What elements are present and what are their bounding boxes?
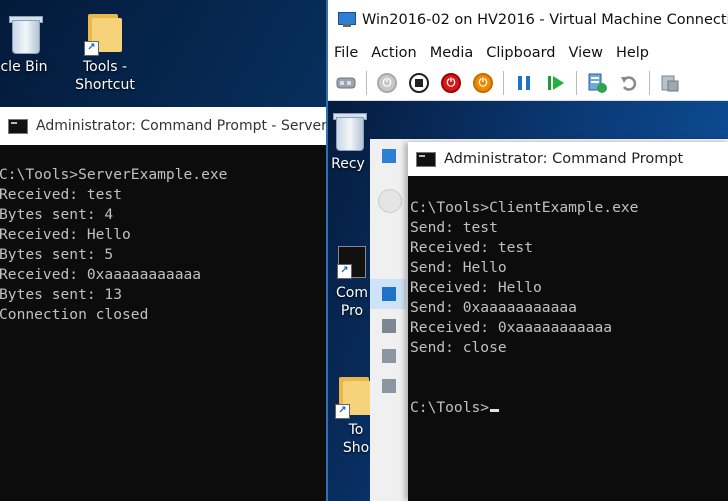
enhanced-session-icon[interactable] (658, 71, 682, 95)
console-line: Send: test (410, 219, 498, 236)
menu-help[interactable]: Help (616, 45, 649, 61)
desktop-icon-recycle-bin[interactable]: cle Bin (0, 14, 54, 76)
console-line: Send: Hello (410, 259, 507, 276)
guest-icon-recycle-bin[interactable]: Recy (328, 111, 368, 173)
document-icon (382, 319, 396, 333)
reset-icon[interactable] (544, 71, 568, 95)
desktop-icon-label: Tools - (83, 59, 127, 75)
console-prompt-line: C:\Tools> (410, 398, 728, 418)
checkpoint-icon[interactable] (585, 71, 609, 95)
recycle-bin-icon (9, 14, 43, 54)
drive-icon (382, 349, 396, 363)
command-prompt-shortcut-icon: ↗ (337, 246, 366, 279)
guest-icon-label: Com (336, 285, 368, 301)
menu-clipboard[interactable]: Clipboard (486, 45, 555, 61)
console-line: C:\Tools>ClientExample.exe (410, 199, 639, 216)
console-line: Received: Hello (0, 226, 131, 243)
toolbar-separator (503, 71, 504, 95)
vm-connection-icon (338, 12, 356, 28)
console-line: Send: close (410, 339, 507, 356)
console-line: Received: 0xaaaaaaaaaaa (0, 266, 202, 283)
console-line: Bytes sent: 13 (0, 286, 123, 303)
console-output[interactable]: C:\Tools>ClientExample.exe Send: test Rece… (408, 176, 728, 418)
menu-view[interactable]: View (569, 45, 603, 61)
console-line: Send: 0xaaaaaaaaaaa (410, 299, 577, 316)
window-title: Administrator: Command Prompt (444, 151, 684, 167)
recycle-bin-icon (333, 111, 367, 151)
vm-title-bar[interactable]: Win2016-02 on HV2016 - Virtual Machine C… (328, 0, 728, 40)
console-line: Received: test (410, 239, 534, 256)
explorer-nav-pane (370, 139, 406, 501)
guest-icon-command-prompt[interactable]: ↗ Com Pro (332, 246, 372, 320)
console-line: C:\Tools>ServerExample.exe (0, 166, 228, 183)
toolbar-separator (649, 71, 650, 95)
menu-media[interactable]: Media (430, 45, 474, 61)
vm-toolbar: ⏻ ⏻ ⏻ (328, 66, 728, 101)
client-command-prompt-window[interactable]: Administrator: Command Prompt C:\Tools>C… (408, 142, 728, 501)
folder-shortcut-icon: ↗ (335, 377, 373, 419)
quick-access-icon (382, 287, 396, 301)
console-line: Connection closed (0, 306, 149, 323)
toolbar-separator (366, 71, 367, 95)
ctrl-alt-del-icon[interactable] (334, 71, 358, 95)
console-line: Received: test (0, 186, 123, 203)
menu-action[interactable]: Action (371, 45, 416, 61)
command-prompt-icon (8, 118, 28, 134)
command-prompt-icon (416, 151, 436, 167)
window-title: Administrator: Command Prompt - ServerEx… (36, 118, 326, 134)
toolbar-separator (576, 71, 577, 95)
console-line: Received: Hello (410, 279, 542, 296)
console-line: Bytes sent: 5 (0, 246, 114, 263)
desktop-icon-label: cle Bin (0, 59, 48, 75)
start-icon[interactable]: ⏻ (375, 71, 399, 95)
revert-icon[interactable] (617, 71, 641, 95)
guest-icon-label: Recy (331, 156, 365, 172)
console-line: Received: 0xaaaaaaaaaaa (410, 319, 613, 336)
shutdown-icon[interactable]: ⏻ (439, 71, 463, 95)
guest-desktop[interactable]: Recy ↗ Com Pro ↗ To Sho Administrator: C… (328, 101, 728, 501)
desktop-icon-tools-shortcut[interactable]: ↗ Tools - Shortcut (72, 14, 138, 94)
window-title-bar[interactable]: Administrator: Command Prompt - ServerEx… (0, 107, 326, 145)
explorer-app-icon (382, 149, 396, 163)
vm-window-title: Win2016-02 on HV2016 - Virtual Machine C… (362, 12, 728, 28)
back-arrow-icon[interactable] (378, 189, 402, 213)
guest-icon-label-line2: Pro (340, 303, 364, 319)
turn-off-icon[interactable] (407, 71, 431, 95)
window-title-bar[interactable]: Administrator: Command Prompt (408, 142, 728, 176)
server-command-prompt-window[interactable]: Administrator: Command Prompt - ServerEx… (0, 107, 326, 501)
vm-menu-bar: File Action Media Clipboard View Help (328, 40, 728, 66)
folder-shortcut-icon: ↗ (84, 14, 122, 56)
console-prompt: C:\Tools> (410, 399, 490, 416)
vm-connection-window[interactable]: Win2016-02 on HV2016 - Virtual Machine C… (326, 0, 728, 501)
network-icon (382, 379, 396, 393)
menu-file[interactable]: File (334, 45, 358, 61)
console-line: Bytes sent: 4 (0, 206, 114, 223)
pause-icon[interactable] (512, 71, 536, 95)
text-cursor (490, 409, 500, 412)
save-state-icon[interactable]: ⏻ (471, 71, 495, 95)
console-output[interactable]: C:\Tools>ServerExample.exe Received: test… (0, 145, 326, 325)
desktop-icon-label-line2: Shortcut (75, 77, 135, 93)
